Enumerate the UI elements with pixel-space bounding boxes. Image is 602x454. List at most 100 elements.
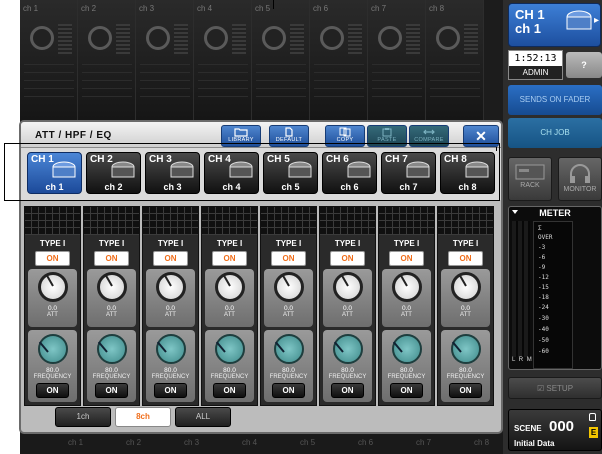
- hpf-type-label[interactable]: TYPE I: [25, 239, 80, 248]
- background-knob: [378, 26, 402, 50]
- selected-channel-display[interactable]: CH 1 ch 1 ▸: [508, 3, 601, 47]
- frequency-knob[interactable]: [156, 334, 186, 364]
- hpf-section: 80.0 FREQUENCY ON: [382, 330, 431, 402]
- clock-display: 1:52:13 ADMIN: [508, 50, 563, 80]
- hpf-type-label[interactable]: TYPE I: [202, 239, 257, 248]
- rack-button[interactable]: RACK: [508, 157, 552, 201]
- rack-label: RACK: [520, 182, 540, 189]
- frequency-knob[interactable]: [451, 334, 481, 364]
- frequency-value: 80.0: [400, 367, 413, 374]
- hpf-type-label[interactable]: TYPE I: [143, 239, 198, 248]
- background-knob: [320, 26, 344, 50]
- meter-bars: [512, 221, 530, 357]
- hpf-type-label[interactable]: TYPE I: [438, 239, 493, 248]
- att-on-button[interactable]: ON: [94, 251, 129, 266]
- hpf-section: 80.0 FREQUENCY ON: [264, 330, 313, 402]
- att-on-button[interactable]: ON: [448, 251, 483, 266]
- eq-graph[interactable]: [438, 207, 493, 235]
- meter-scale-mark: -50: [538, 337, 549, 344]
- frequency-value: 80.0: [223, 367, 236, 374]
- att-on-button[interactable]: ON: [330, 251, 365, 266]
- meter-title: METER: [539, 208, 571, 218]
- hpf-on-button[interactable]: ON: [154, 383, 187, 398]
- background-channel-strip: ch 6: [310, 0, 368, 120]
- att-on-button[interactable]: ON: [389, 251, 424, 266]
- tab-1ch[interactable]: 1ch: [55, 407, 111, 427]
- scene-display[interactable]: SCENE 000 E Initial Data: [508, 409, 602, 451]
- att-knob[interactable]: [156, 272, 186, 302]
- frequency-value: 80.0: [341, 367, 354, 374]
- frequency-knob[interactable]: [215, 334, 245, 364]
- hpf-on-button[interactable]: ON: [272, 383, 305, 398]
- att-label: ATT: [342, 312, 353, 318]
- att-on-button[interactable]: ON: [212, 251, 247, 266]
- rack-icon: [515, 164, 545, 180]
- att-knob[interactable]: [97, 272, 127, 302]
- tab-all[interactable]: ALL: [175, 407, 231, 427]
- meter-scale-mark: Σ: [538, 225, 542, 232]
- hpf-on-button[interactable]: ON: [95, 383, 128, 398]
- att-knob[interactable]: [392, 272, 422, 302]
- background-channel-strip: ch 4: [194, 0, 252, 120]
- tab-8ch[interactable]: 8ch: [115, 407, 171, 427]
- background-channel-strip: ch 1: [20, 0, 78, 120]
- frequency-knob[interactable]: [333, 334, 363, 364]
- hpf-on-button[interactable]: ON: [36, 383, 69, 398]
- frequency-knob[interactable]: [274, 334, 304, 364]
- eq-graph[interactable]: [25, 207, 80, 235]
- att-value: 0.0: [401, 305, 412, 312]
- eq-graph[interactable]: [202, 207, 257, 235]
- background-channel-strip: ch 5: [252, 0, 310, 120]
- frequency-label: FREQUENCY: [269, 374, 308, 380]
- meter-scale-mark: -12: [538, 274, 549, 281]
- eq-graph[interactable]: [261, 207, 316, 235]
- frequency-knob[interactable]: [97, 334, 127, 364]
- monitor-label: MONITOR: [563, 186, 597, 193]
- att-on-button[interactable]: ON: [35, 251, 70, 266]
- hpf-on-button[interactable]: ON: [331, 383, 364, 398]
- hpf-on-button[interactable]: ON: [390, 383, 423, 398]
- background-bottom-label: ch 2: [126, 438, 142, 447]
- sends-on-fader-button[interactable]: SENDS ON FADER: [508, 85, 602, 115]
- att-section: 0.0 ATT: [205, 269, 254, 327]
- hpf-section: 80.0 FREQUENCY ON: [441, 330, 490, 402]
- monitor-button[interactable]: MONITOR: [558, 157, 602, 201]
- att-on-button[interactable]: ON: [153, 251, 188, 266]
- att-knob[interactable]: [333, 272, 363, 302]
- hpf-type-label[interactable]: TYPE I: [320, 239, 375, 248]
- frequency-label: FREQUENCY: [151, 374, 190, 380]
- meter-panel[interactable]: METER Σ OVER -3 -6 -9 -12 -15 -18 -24 -3…: [508, 206, 602, 370]
- frequency-label: FREQUENCY: [33, 374, 72, 380]
- eq-graph[interactable]: [84, 207, 139, 235]
- hpf-on-button[interactable]: ON: [213, 383, 246, 398]
- meter-scale-mark: -3: [538, 244, 546, 251]
- channel-strip: TYPE I ON 0.0 ATT 80.0 FREQUENCY ON: [201, 206, 258, 406]
- hpf-type-label[interactable]: TYPE I: [379, 239, 434, 248]
- background-bottom-label: ch 7: [416, 438, 432, 447]
- hpf-type-label[interactable]: TYPE I: [84, 239, 139, 248]
- help-button[interactable]: ?: [566, 52, 602, 78]
- eq-graph[interactable]: [320, 207, 375, 235]
- eq-graph[interactable]: [379, 207, 434, 235]
- att-knob[interactable]: [274, 272, 304, 302]
- hpf-type-label[interactable]: TYPE I: [261, 239, 316, 248]
- eq-graph[interactable]: [143, 207, 198, 235]
- frequency-label: FREQUENCY: [328, 374, 367, 380]
- att-knob[interactable]: [215, 272, 245, 302]
- att-knob[interactable]: [38, 272, 68, 302]
- att-knob[interactable]: [451, 272, 481, 302]
- att-label: ATT: [460, 312, 471, 318]
- meter-scale-mark: -60: [538, 348, 549, 355]
- scene-title: Initial Data: [514, 439, 555, 448]
- channel-strip: TYPE I ON 0.0 ATT 80.0 FREQUENCY ON: [142, 206, 199, 406]
- background-bottom-label: ch 3: [184, 438, 200, 447]
- att-label: ATT: [283, 312, 294, 318]
- frequency-knob[interactable]: [38, 334, 68, 364]
- hpf-on-button[interactable]: ON: [449, 383, 482, 398]
- att-on-button[interactable]: ON: [271, 251, 306, 266]
- background-channel-label: ch 5: [255, 4, 271, 13]
- background-channel-strip: ch 7: [368, 0, 426, 120]
- ch-job-button[interactable]: CH JOB: [508, 118, 602, 148]
- frequency-knob[interactable]: [392, 334, 422, 364]
- setup-button[interactable]: ☑ SETUP: [508, 377, 602, 399]
